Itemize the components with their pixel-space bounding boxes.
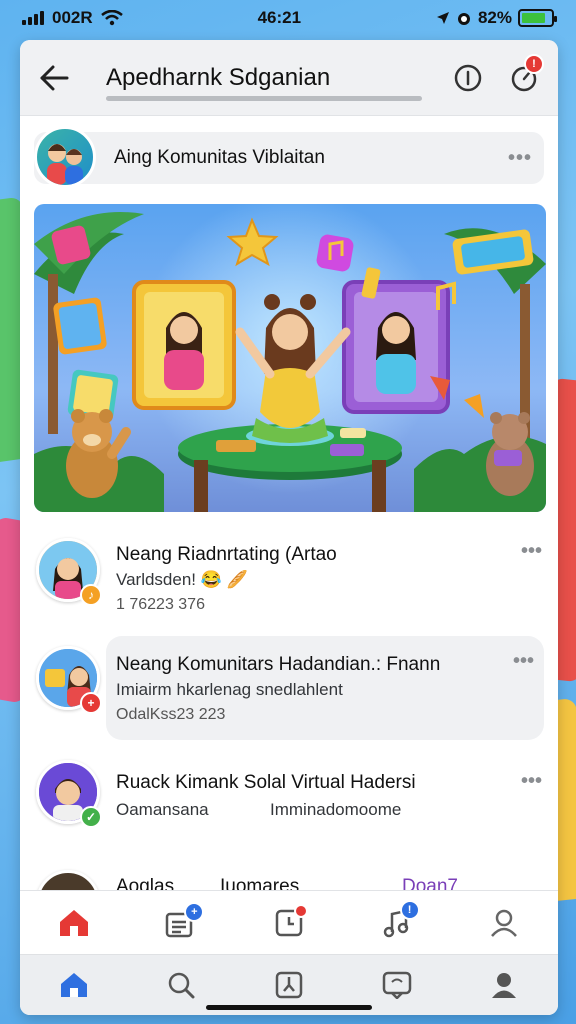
home-icon (59, 909, 88, 936)
nav-home[interactable] (49, 960, 99, 1010)
more-options-icon[interactable]: ••• (508, 147, 532, 170)
tab-bar: + ! (20, 890, 558, 954)
post-subtitle: Imiairm hkarlenag snedlahlent (116, 680, 343, 699)
back-button[interactable] (36, 60, 72, 96)
tab-music[interactable]: ! (372, 898, 422, 948)
notification-dot (293, 903, 308, 918)
nav-search[interactable] (156, 960, 206, 1010)
post-meta: 1 76223 376 (116, 596, 205, 613)
list-item[interactable]: ♪ Neang Riadnrtating (Artao Varldsden! 😂… (20, 534, 558, 624)
list-item[interactable]: ✓ Ruack Kimank Solal Virtual Hadersi Oam… (20, 760, 558, 840)
nav-activity[interactable] (264, 960, 314, 1010)
group-cover-image (34, 204, 546, 512)
carrier-label: 002R (52, 8, 93, 27)
info-button[interactable] (450, 60, 486, 96)
top-bar: Apedharnk Sdganian ! (20, 40, 558, 116)
post-title: Neang Komunitars Hadandian.: Fnann (116, 654, 441, 675)
profile-icon (491, 909, 518, 937)
home-icon (60, 973, 87, 997)
nav-person[interactable] (479, 960, 529, 1010)
tab-clock[interactable] (264, 898, 314, 948)
post-subtitle: Varldsden! 😂 🥖 (116, 570, 248, 589)
home-indicator[interactable] (206, 1005, 372, 1010)
notification-dot: ! (524, 53, 544, 74)
nav-chat[interactable] (372, 960, 422, 1010)
notification-badge: ! (399, 899, 420, 920)
tab-feed[interactable]: + (156, 898, 206, 948)
post-title: Neang Riadnrtating (Artao (116, 544, 337, 565)
notifications-button[interactable]: ! (506, 53, 544, 96)
post-title: Ruack Kimank Solal Virtual Hadersi (116, 772, 416, 793)
more-options-icon[interactable]: ••• (521, 770, 542, 793)
location-icon (436, 12, 449, 24)
badge-icon: + (80, 692, 102, 714)
page-title: Apedharnk Sdganian (106, 63, 331, 91)
clock-time: 46:21 (257, 8, 302, 27)
signal-icon (22, 11, 44, 25)
battery-percent: 82% (477, 8, 512, 27)
group-header[interactable]: Aing Komunitas Viblaitan ••• (34, 126, 544, 188)
activity-icon (275, 971, 303, 999)
badge-icon: ✓ (80, 806, 102, 828)
back-arrow-icon (40, 65, 69, 90)
add-badge: + (184, 901, 205, 922)
app-window: Apedharnk Sdganian ! Aing Komunitas Vibl… (20, 40, 558, 1015)
battery-level (522, 13, 545, 23)
post-subtitle-secondary: Imminadomoome (270, 800, 402, 819)
search-icon (169, 972, 195, 999)
tab-home[interactable] (49, 898, 99, 948)
group-name: Aing Komunitas Viblaitan (114, 147, 325, 168)
post-subtitle: Oamansana (116, 800, 209, 819)
wifi-icon (100, 10, 123, 26)
info-icon (454, 64, 482, 91)
alarm-icon (457, 13, 470, 25)
person-icon (492, 973, 517, 998)
post-meta: OdalKss23 223 (116, 706, 226, 723)
status-bar: 002R 46:21 82% (0, 0, 576, 36)
tab-profile[interactable] (479, 898, 529, 948)
battery-icon (518, 9, 557, 27)
list-item[interactable]: + Neang Komunitars Hadandian.: Fnann Imi… (20, 646, 558, 742)
badge-icon: ♪ (80, 584, 102, 606)
title-underline (106, 96, 422, 101)
more-options-icon[interactable]: ••• (513, 650, 534, 673)
group-avatar (34, 126, 96, 188)
more-options-icon[interactable]: ••• (521, 540, 542, 563)
chat-icon (382, 971, 411, 999)
